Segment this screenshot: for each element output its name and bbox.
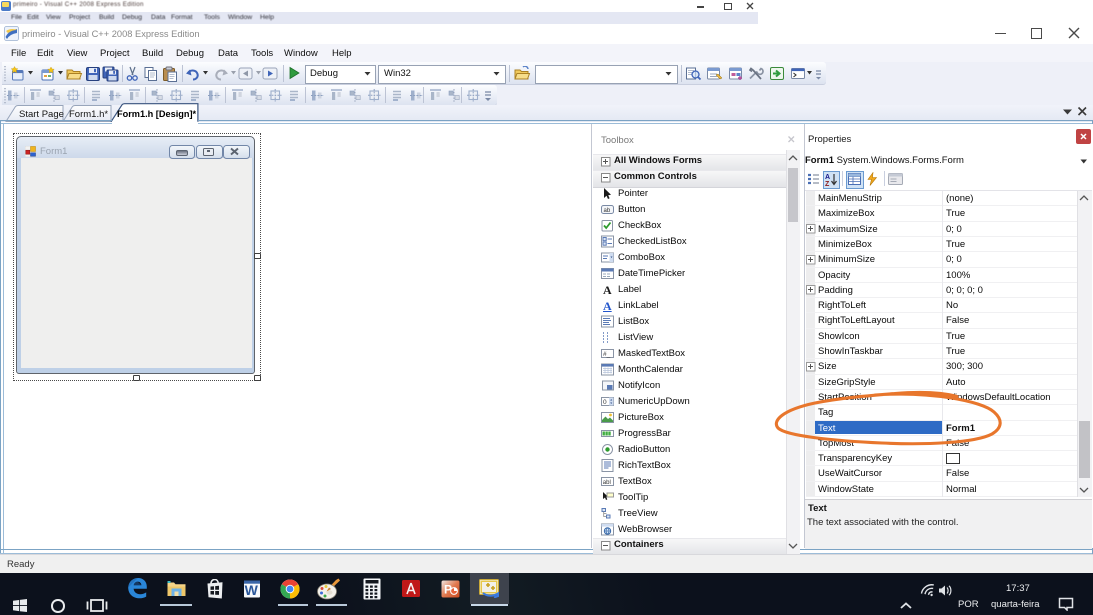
svg-text:A: A bbox=[603, 299, 612, 312]
svg-text:W: W bbox=[245, 582, 259, 598]
svg-text:0: 0 bbox=[603, 399, 607, 406]
svg-text:#_: #_ bbox=[603, 351, 611, 358]
svg-text:ab: ab bbox=[604, 208, 611, 214]
svg-text:abl: abl bbox=[603, 480, 611, 486]
svg-text:A: A bbox=[603, 283, 612, 296]
svg-text:Z: Z bbox=[825, 181, 830, 187]
svg-text:A: A bbox=[825, 174, 830, 181]
